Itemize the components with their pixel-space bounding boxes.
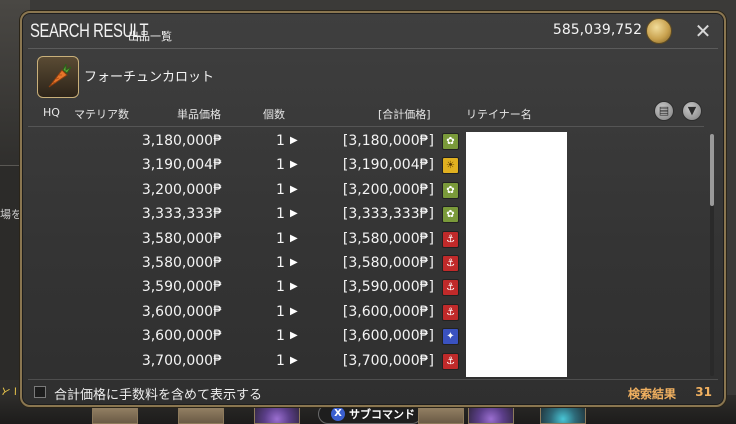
total-price-cell: [3,600,000₱] [342,328,434,345]
unit-price-cell: 3,200,000₱ [141,181,222,198]
quantity-cell: 1 [276,279,285,296]
subcommand-button[interactable]: X サブコマンド [318,404,422,424]
table-row[interactable]: 3,580,000₱ 1 ▶ [3,580,000₱] ⚓ [22,229,724,251]
total-price-cell: [3,590,000₱] [342,279,434,296]
gridania-city-icon: ✿ [442,133,459,150]
column-headers: HQ マテリア数 単品価格 個数 [合計価格] リテイナー名 [22,106,724,122]
column-hq[interactable]: HQ [43,106,60,119]
unit-price-cell: 3,700,000₱ [141,352,222,369]
table-row[interactable]: 3,180,000₱ 1 ▶ [3,180,000₱] ✿ [22,131,724,153]
fee-checkbox[interactable] [34,386,46,398]
unit-price-cell: 3,190,004₱ [141,157,222,174]
quantity-cell: 1 [276,157,285,174]
retainer-name-redacted [466,132,567,377]
limsa-city-icon: ⚓ [442,352,459,370]
result-label: 検索結果 [627,387,676,401]
history-icon[interactable]: ▤ [654,101,674,121]
quantity-cell: 1 [276,255,285,271]
column-quantity[interactable]: 個数 [263,106,285,122]
table-row[interactable]: 3,333,333₱ 1 ▶ [3,333,333₱] ✿ [22,204,724,226]
limsa-city-icon: ⚓ [442,303,459,321]
gil-coin-icon [646,18,672,44]
quantity-cell: 1 [276,133,285,149]
total-price-cell: [3,200,000₱] [342,181,434,198]
gridania-city-icon: ✿ [442,181,459,199]
arrow-right-icon: ▶ [290,232,298,244]
limsa-city-icon: ⚓ [442,255,459,272]
table-row[interactable]: 3,600,000₱ 1 ▶ [3,600,000₱] ⚓ [22,302,724,324]
arrow-right-icon: ▶ [290,330,298,342]
background-text: 場を [0,208,22,221]
unit-price-cell: 3,333,333₱ [141,206,222,223]
quantity-cell: 1 [276,230,285,247]
table-row[interactable]: 3,590,000₱ 1 ▶ [3,590,000₱] ⚓ [22,277,724,299]
divider [28,126,704,127]
table-row[interactable]: 3,580,000₱ 1 ▶ [3,580,000₱] ⚓ [22,253,724,275]
result-count: 31 [695,385,712,399]
divider [28,379,718,380]
carrot-icon[interactable] [37,56,79,98]
unit-price-cell: 3,600,000₱ [141,303,222,320]
listing-table: 3,180,000₱ 1 ▶ [3,180,000₱] ✿ 3,190,004₱ 1 ▶ [3,… [22,131,724,377]
limsa-city-icon: ⚓ [442,279,459,297]
arrow-right-icon: ▶ [290,183,298,195]
arrow-right-icon: ▶ [290,305,298,317]
x-button-icon: X [331,407,345,421]
table-row[interactable]: 3,600,000₱ 1 ▶ [3,600,000₱] ✦ [22,326,724,348]
quantity-cell: 1 [276,181,285,198]
arrow-right-icon: ▶ [290,159,298,171]
unit-price-cell: 3,600,000₱ [141,328,222,345]
unit-price-cell: 3,180,000₱ [141,133,222,149]
quantity-cell: 1 [276,303,285,320]
column-materia[interactable]: マテリア数 [74,106,129,122]
quantity-cell: 1 [276,328,285,345]
arrow-right-icon: ▶ [290,208,298,220]
total-price-cell: [3,190,004₱] [342,157,434,174]
arrow-right-icon: ▶ [290,354,298,366]
divider [28,48,718,49]
column-retainer[interactable]: リテイナー名 [466,106,532,122]
ishgard-city-icon: ✦ [442,328,459,346]
total-price-cell: [3,580,000₱] [342,230,434,247]
table-row[interactable]: 3,190,004₱ 1 ▶ [3,190,004₱] ☀ [22,155,724,177]
arrow-right-icon: ▶ [290,257,298,268]
table-row[interactable]: 3,200,000₱ 1 ▶ [3,200,000₱] ✿ [22,180,724,202]
scrollbar-thumb[interactable] [710,134,714,206]
unit-price-cell: 3,590,000₱ [141,279,222,296]
arrow-right-icon: ▶ [290,135,298,146]
item-name: フォーチュンカロット [84,70,215,85]
quantity-cell: 1 [276,206,285,223]
column-unit-price[interactable]: 単品価格 [177,106,221,122]
uldah-city-icon: ☀ [442,157,459,175]
subcommand-label: サブコマンド [349,408,415,421]
total-price-cell: [3,180,000₱] [342,133,434,149]
arrow-right-icon: ▶ [290,281,298,293]
gridania-city-icon: ✿ [442,206,459,224]
filter-icon[interactable]: ▼ [682,101,702,121]
unit-price-cell: 3,580,000₱ [141,255,222,271]
table-row[interactable]: 3,700,000₱ 1 ▶ [3,700,000₱] ⚓ [22,351,724,373]
total-price-cell: [3,700,000₱] [342,352,434,369]
window-subtitle: 出品一覧 [128,30,172,43]
search-result-window: SEARCH RESULT 出品一覧 585,039,752 ✕ フォーチュンカ… [20,11,726,407]
close-icon[interactable]: ✕ [692,20,714,42]
total-price-cell: [3,580,000₱] [342,255,434,271]
quantity-cell: 1 [276,352,285,369]
limsa-city-icon: ⚓ [442,230,459,248]
fee-checkbox-label[interactable]: 合計価格に手数料を含めて表示する [54,384,262,403]
total-price-cell: [3,333,333₱] [342,206,434,223]
total-price-cell: [3,600,000₱] [342,303,434,320]
gil-amount: 585,039,752 [552,22,642,38]
column-total[interactable]: [合計価格] [378,106,431,122]
unit-price-cell: 3,580,000₱ [141,230,222,247]
